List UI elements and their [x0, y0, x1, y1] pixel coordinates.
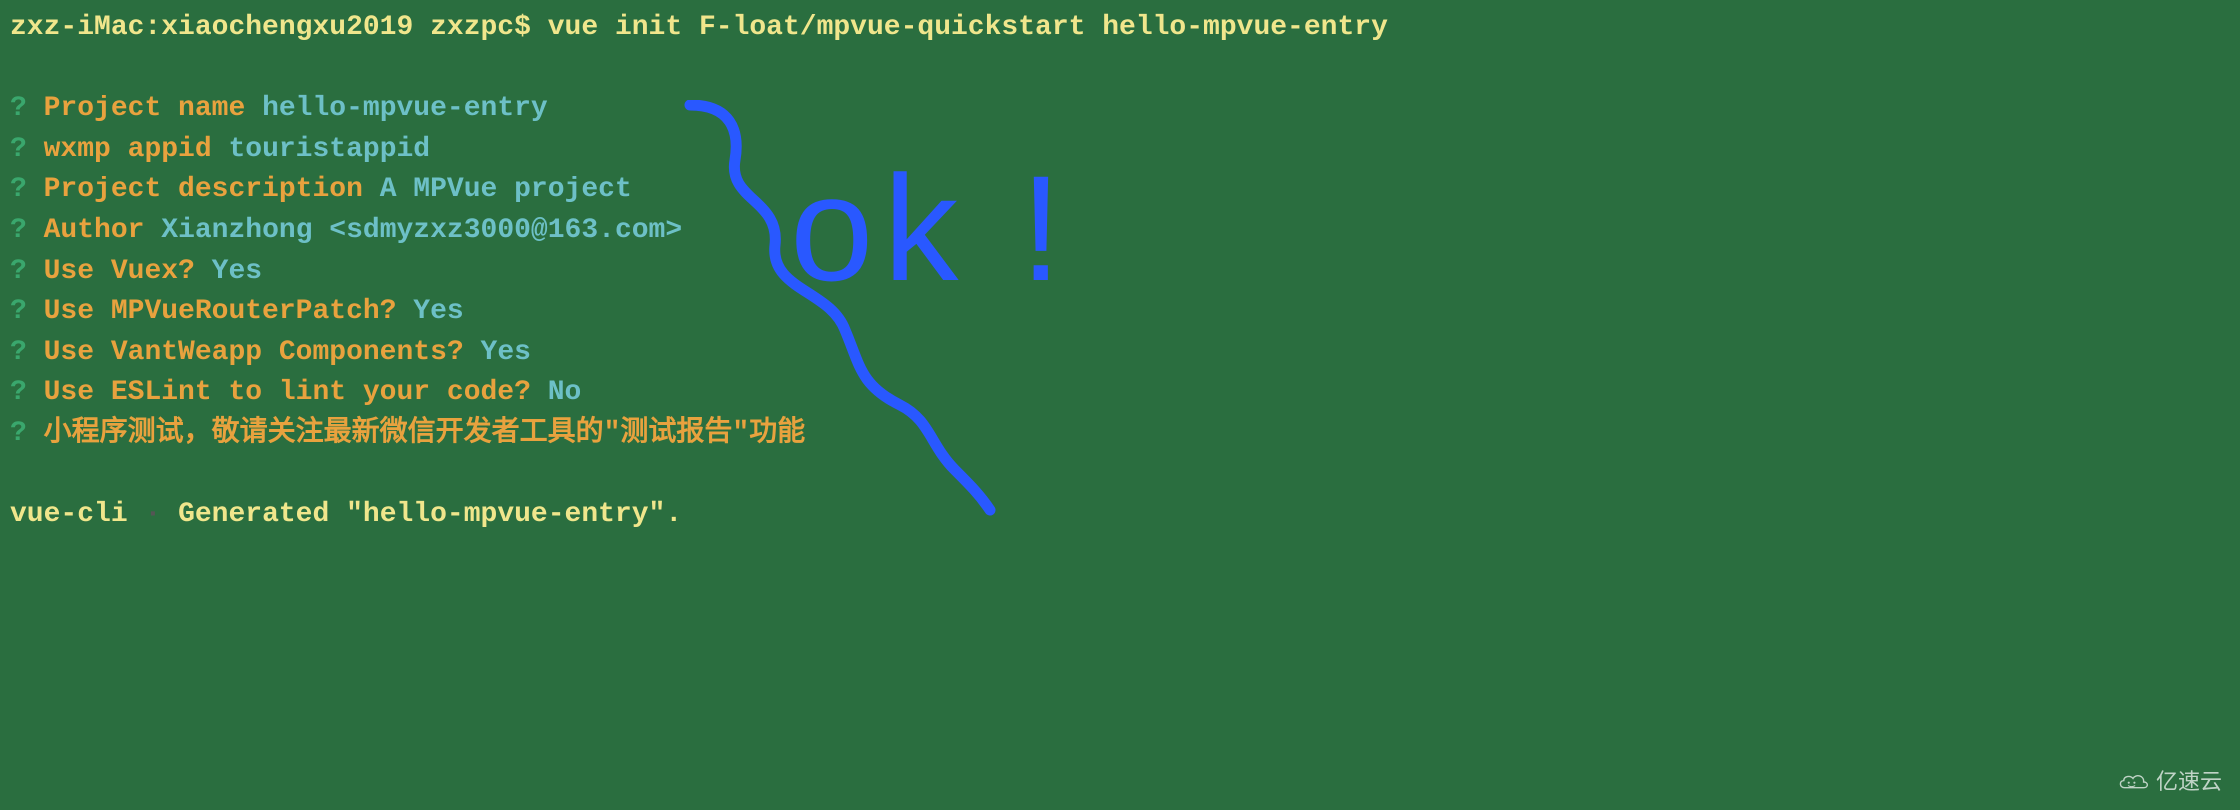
prompt-value: hello-mpvue-entry: [262, 93, 548, 124]
prompt-line: ? 小程序测试，敬请关注最新微信开发者工具的"测试报告"功能: [10, 414, 2230, 455]
prompt-value: Yes: [212, 256, 262, 287]
prompt-line: ? Author Xianzhong <sdmyzxz3000@163.com>: [10, 211, 2230, 252]
question-mark: ?: [10, 337, 27, 368]
cloud-icon: [2116, 772, 2150, 792]
prompt-value: touristappid: [228, 134, 430, 165]
prompt-symbol: $: [514, 12, 531, 43]
question-mark: ?: [10, 134, 27, 165]
question-mark: ?: [10, 93, 27, 124]
prompt-label: Use VantWeapp Components?: [44, 337, 464, 368]
prompt-value: No: [548, 377, 582, 408]
watermark: 亿速云: [2116, 766, 2222, 798]
question-mark: ?: [10, 174, 27, 205]
prompt-line: ? Use ESLint to lint your code? No: [10, 373, 2230, 414]
prompt-value: Xianzhong <sdmyzxz3000@163.com>: [161, 215, 682, 246]
prompt-label: 小程序测试，敬请关注最新微信开发者工具的"测试报告"功能: [44, 418, 806, 449]
question-mark: ?: [10, 256, 27, 287]
result-tool: vue-cli: [10, 499, 128, 530]
question-mark: ?: [10, 418, 27, 449]
blank-line: [10, 49, 2230, 90]
prompt-label: Use Vuex?: [44, 256, 195, 287]
prompt-value: Yes: [413, 296, 463, 327]
separator-dot: ·: [144, 499, 161, 530]
prompt-label: Author: [44, 215, 145, 246]
prompt-value: Yes: [481, 337, 531, 368]
prompt-label: Project description: [44, 174, 363, 205]
watermark-text: 亿速云: [2156, 766, 2222, 798]
terminal-command-line: zxz-iMac:xiaochengxu2019 zxzpc$ vue init…: [10, 8, 2230, 49]
prompt-label: Use ESLint to lint your code?: [44, 377, 531, 408]
question-mark: ?: [10, 296, 27, 327]
prompt-value: A MPVue project: [380, 174, 632, 205]
question-mark: ?: [10, 215, 27, 246]
prompts-container: ? Project name hello-mpvue-entry? wxmp a…: [10, 89, 2230, 454]
prompt-label: wxmp appid: [44, 134, 212, 165]
prompt-line: ? Use VantWeapp Components? Yes: [10, 333, 2230, 374]
prompt-dir: xiaochengxu2019: [161, 12, 413, 43]
prompt-line: ? wxmp appid touristappid: [10, 130, 2230, 171]
prompt-line: ? Use Vuex? Yes: [10, 252, 2230, 293]
question-mark: ?: [10, 377, 27, 408]
blank-line: [10, 455, 2230, 496]
prompt-host: zxz-iMac: [10, 12, 144, 43]
prompt-line: ? Use MPVueRouterPatch? Yes: [10, 292, 2230, 333]
prompt-user: zxzpc: [430, 12, 514, 43]
prompt-label: Project name: [44, 93, 246, 124]
result-line: vue-cli · Generated "hello-mpvue-entry".: [10, 495, 2230, 536]
prompt-line: ? Project name hello-mpvue-entry: [10, 89, 2230, 130]
command-text: vue init F-loat/mpvue-quickstart hello-m…: [548, 12, 1388, 43]
prompt-line: ? Project description A MPVue project: [10, 170, 2230, 211]
prompt-label: Use MPVueRouterPatch?: [44, 296, 397, 327]
result-message: Generated "hello-mpvue-entry".: [178, 499, 682, 530]
